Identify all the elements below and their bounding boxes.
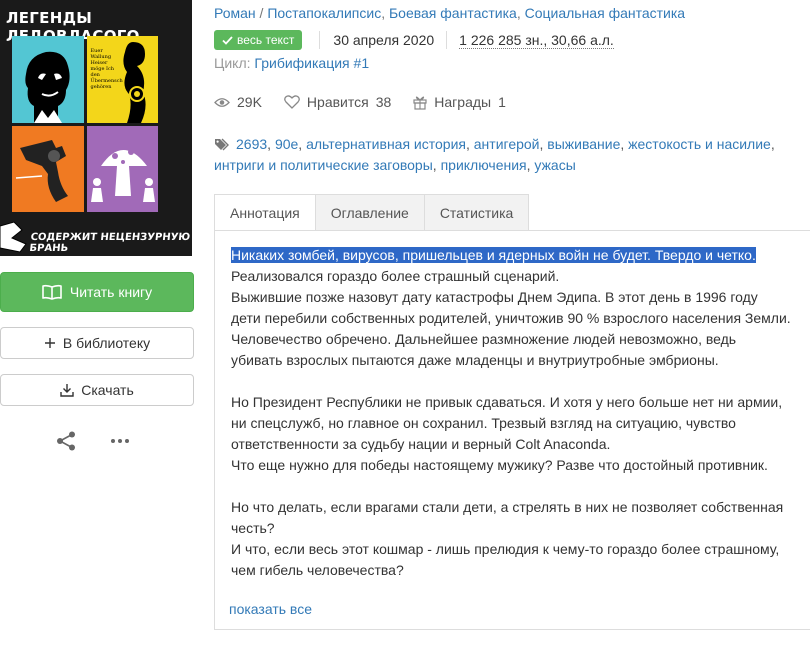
cover-revolver-panel bbox=[12, 125, 84, 212]
book-form: Роман bbox=[214, 5, 256, 21]
awards-button[interactable]: Награды 1 bbox=[413, 94, 506, 110]
tag-link[interactable]: альтернативная история bbox=[306, 136, 466, 152]
read-book-button[interactable]: Читать книгу bbox=[0, 272, 194, 312]
cycle-label: Цикл: bbox=[214, 55, 251, 71]
tag-link[interactable]: ужасы bbox=[534, 157, 575, 173]
genre-link[interactable]: Боевая фантастика bbox=[389, 5, 517, 21]
share-row bbox=[55, 430, 130, 452]
annotation-paragraph: Выжившие позже назовут дату катастрофы Д… bbox=[231, 289, 791, 368]
cover-warning: СОДЕРЖИТ НЕЦЕНЗУРНУЮ БРАНЬ bbox=[28, 232, 191, 254]
eye-icon bbox=[214, 97, 230, 107]
publish-date: 30 апреля 2020 bbox=[333, 32, 435, 48]
tab-statistics[interactable]: Статистика bbox=[424, 194, 530, 231]
cover-art-grid: Euer Wallung Heiser möge Ich den Übermen… bbox=[12, 36, 158, 212]
book-size: 1 226 285 зн., 30,66 а.л. bbox=[459, 31, 614, 49]
views-count: 29K bbox=[237, 94, 262, 110]
gift-icon bbox=[413, 96, 427, 110]
book-meta-row: весь текст 30 апреля 2020 1 226 285 зн.,… bbox=[214, 30, 614, 50]
tab-annotation[interactable]: Аннотация bbox=[214, 194, 316, 231]
tag-link[interactable]: выживание bbox=[547, 136, 620, 152]
download-button[interactable]: Скачать bbox=[0, 374, 194, 406]
counters-row: 29K Нравится 38 Награды 1 bbox=[214, 94, 528, 110]
annotation-paragraph: Но Президент Республики не привык сдават… bbox=[231, 394, 783, 452]
book-open-icon bbox=[42, 284, 62, 300]
show-all-link[interactable]: показать все bbox=[229, 601, 312, 617]
tag-link[interactable]: интриги и политические заговоры bbox=[214, 157, 433, 173]
genres-line: Роман / Постапокалипсис, Боевая фантасти… bbox=[214, 5, 686, 21]
tag-link[interactable]: 2693 bbox=[236, 136, 267, 152]
read-book-label: Читать книгу bbox=[69, 284, 153, 300]
tag-link[interactable]: 90е bbox=[275, 136, 298, 152]
genre-link[interactable]: Постапокалипсис bbox=[267, 5, 381, 21]
full-text-badge: весь текст bbox=[214, 30, 303, 50]
genre-link[interactable]: Социальная фантастика bbox=[525, 5, 686, 21]
book-cover: ЛЕГЕНДЫ ЛЕДОВЛАСОГО Euer Wallung Heiser … bbox=[0, 0, 192, 256]
likes-count: 38 bbox=[375, 94, 392, 110]
awards-label: Награды bbox=[434, 94, 492, 110]
full-text-label: весь текст bbox=[237, 33, 295, 47]
annotation-paragraph: И что, если весь этот кошмар - лишь прел… bbox=[231, 541, 780, 578]
tag-link[interactable]: антигерой bbox=[474, 136, 540, 152]
share-icon[interactable] bbox=[55, 430, 77, 452]
cover-portrait-panel bbox=[12, 36, 84, 123]
add-to-library-button[interactable]: В библиотеку bbox=[0, 327, 194, 359]
annotation-panel: Никаких зомбей, вирусов, пришельцев и яд… bbox=[214, 230, 810, 630]
likes-label: Нравится bbox=[306, 94, 369, 110]
annotation-paragraph: Но что делать, если врагами стали дети, … bbox=[231, 499, 784, 536]
cover-hand-graphic bbox=[0, 221, 27, 253]
more-options-icon[interactable] bbox=[110, 438, 130, 444]
book-tabs: Аннотация Оглавление Статистика bbox=[214, 194, 530, 231]
annotation-paragraph: Что еще нужно для победы настоящему мужи… bbox=[231, 457, 768, 473]
heart-icon bbox=[284, 95, 300, 109]
divider bbox=[446, 31, 448, 49]
plus-icon bbox=[44, 338, 55, 348]
annotation-text: Никаких зомбей, вирусов, пришельцев и яд… bbox=[231, 245, 791, 581]
cycle-link[interactable]: Грибификация #1 bbox=[254, 55, 369, 71]
awards-count: 1 bbox=[498, 94, 506, 110]
download-label: Скачать bbox=[81, 382, 134, 398]
cycle-line: Цикл: Грибификация #1 bbox=[214, 55, 369, 71]
check-icon bbox=[222, 35, 233, 45]
selected-text: Никаких зомбей, вирусов, пришельцев и яд… bbox=[231, 247, 756, 263]
cover-figure-panel: Euer Wallung Heiser möge Ich den Übermen… bbox=[86, 36, 158, 123]
tags-list: 2693, 90е, альтернативная история, антиг… bbox=[214, 136, 775, 173]
tag-link[interactable]: приключения bbox=[441, 157, 527, 173]
download-icon bbox=[60, 384, 74, 397]
divider bbox=[319, 31, 321, 49]
like-button[interactable]: Нравится 38 bbox=[284, 94, 391, 110]
add-to-library-label: В библиотеку bbox=[62, 335, 151, 351]
annotation-paragraph: Реализовался гораздо более страшный сцен… bbox=[231, 268, 560, 284]
tab-toc[interactable]: Оглавление bbox=[315, 194, 425, 231]
cover-mushroom-panel bbox=[86, 125, 158, 212]
tag-link[interactable]: жестокость и насилие bbox=[628, 136, 771, 152]
tags-icon bbox=[215, 138, 229, 151]
views-counter: 29K bbox=[214, 94, 262, 110]
